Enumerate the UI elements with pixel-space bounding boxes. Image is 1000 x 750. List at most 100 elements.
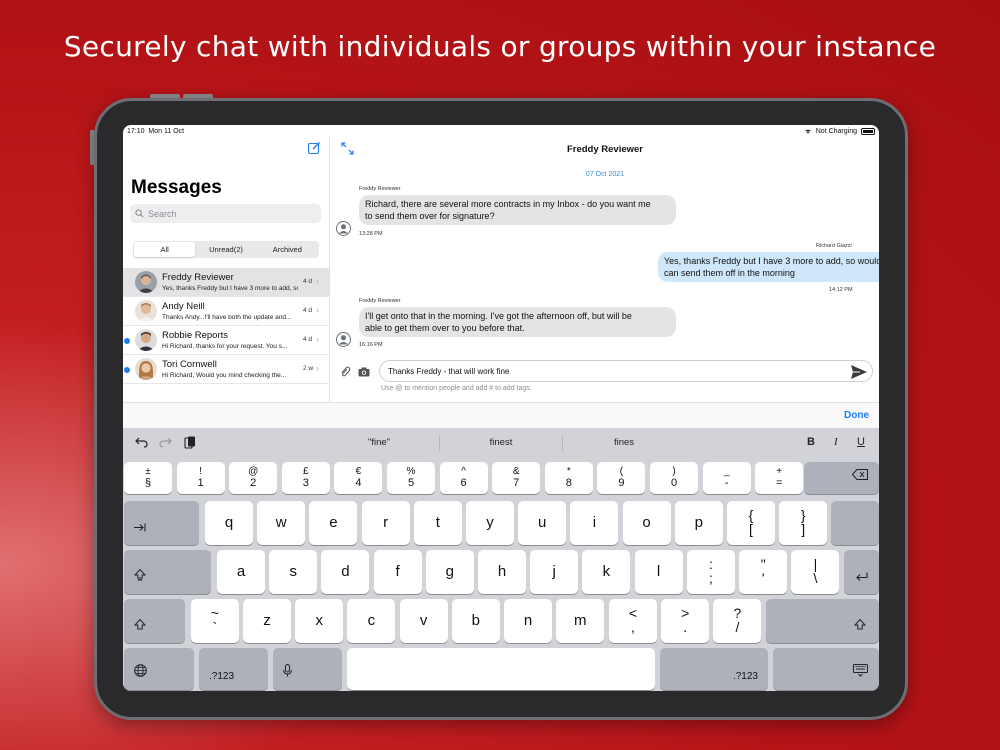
wifi-icon bbox=[805, 129, 811, 134]
key-n[interactable]: n bbox=[504, 599, 552, 643]
key-bracket[interactable]: }] bbox=[779, 501, 828, 545]
message-time: 16:16 PM bbox=[359, 342, 383, 348]
compose-icon[interactable] bbox=[307, 141, 321, 155]
key-punct[interactable]: :; bbox=[687, 550, 735, 594]
key-e[interactable]: e bbox=[309, 501, 358, 545]
message-text: Yes, thanks Freddy but I have 3 more to … bbox=[664, 256, 879, 266]
keyboard-hide-icon bbox=[853, 664, 868, 682]
numbers-key[interactable]: .?123 bbox=[199, 648, 268, 690]
key-k[interactable]: k bbox=[582, 550, 631, 594]
key-x[interactable]: x bbox=[295, 599, 344, 643]
globe-key[interactable] bbox=[124, 648, 194, 690]
shift-left-key[interactable] bbox=[124, 599, 185, 643]
key-§[interactable]: ± § bbox=[124, 462, 172, 494]
return-key[interactable] bbox=[844, 550, 879, 594]
key-6[interactable]: ^ 6 bbox=[439, 462, 488, 494]
key-h[interactable]: h bbox=[478, 550, 526, 594]
shift-right-key[interactable] bbox=[766, 599, 879, 643]
key-1[interactable]: ! 1 bbox=[176, 462, 225, 494]
paste-icon[interactable] bbox=[184, 436, 196, 449]
done-button[interactable]: Done bbox=[844, 410, 869, 421]
space-key[interactable] bbox=[347, 648, 655, 690]
key-bottom-label: 8 bbox=[565, 477, 572, 489]
return-icon bbox=[856, 568, 868, 586]
key--[interactable]: _ - bbox=[702, 462, 751, 494]
key-m[interactable]: m bbox=[556, 599, 605, 643]
underline-button[interactable]: U bbox=[857, 436, 865, 448]
key-z[interactable]: z bbox=[243, 599, 291, 643]
conversation-row[interactable]: Robbie Reports Hi Richard, thanks for yo… bbox=[123, 326, 330, 355]
suggestion-1[interactable]: "fine" bbox=[319, 437, 439, 448]
key-r[interactable]: r bbox=[361, 501, 410, 545]
caps-lock-key[interactable] bbox=[124, 550, 211, 594]
key-d[interactable]: d bbox=[321, 550, 370, 594]
key-c[interactable]: c bbox=[347, 599, 396, 643]
key-s[interactable]: s bbox=[269, 550, 318, 594]
key-2[interactable]: @2 bbox=[229, 462, 278, 494]
suggestion-3[interactable]: fines bbox=[564, 437, 684, 448]
dictation-key[interactable] bbox=[273, 648, 342, 690]
key-o[interactable]: o bbox=[622, 501, 671, 545]
redo-icon[interactable] bbox=[159, 436, 172, 448]
key-tilde[interactable]: ~ ` bbox=[191, 599, 239, 643]
key-f[interactable]: f bbox=[373, 550, 422, 594]
key-bottom-label: 1 bbox=[197, 477, 204, 489]
key-punct[interactable]: ? / bbox=[713, 599, 762, 643]
key-y[interactable]: y bbox=[466, 501, 514, 545]
undo-icon[interactable] bbox=[135, 436, 148, 448]
message-input[interactable] bbox=[379, 360, 873, 382]
search-input[interactable]: Search bbox=[130, 204, 321, 223]
key-b[interactable]: b bbox=[451, 599, 500, 643]
filter-archived[interactable]: Archived bbox=[257, 242, 318, 257]
key-punct[interactable]: >. bbox=[661, 599, 710, 643]
avatar bbox=[135, 358, 157, 380]
status-date: Mon 11 Oct bbox=[148, 127, 185, 135]
conversation-row[interactable]: Andy Neill Thanks Andy...I'll have both … bbox=[123, 297, 330, 326]
key-q[interactable]: q bbox=[205, 501, 253, 545]
send-icon[interactable] bbox=[850, 364, 868, 380]
delete-key[interactable] bbox=[804, 462, 879, 494]
key-v[interactable]: v bbox=[399, 599, 448, 643]
key-i[interactable]: i bbox=[570, 501, 619, 545]
key-w[interactable]: w bbox=[257, 501, 306, 545]
key-0[interactable]: ) 0 bbox=[650, 462, 698, 494]
key-a[interactable]: a bbox=[217, 550, 265, 594]
key-p[interactable]: p bbox=[674, 501, 723, 545]
key-punct[interactable]: " ' bbox=[739, 550, 788, 594]
camera-icon[interactable] bbox=[358, 367, 370, 377]
key-5[interactable]: % 5 bbox=[387, 462, 435, 494]
suggestion-2[interactable]: finest bbox=[441, 437, 561, 448]
conversation-row[interactable]: Tori Cornwell Hi Richard, Would you mind… bbox=[123, 355, 330, 384]
key-t[interactable]: t bbox=[413, 501, 462, 545]
italic-button[interactable]: I bbox=[834, 436, 838, 448]
key-g[interactable]: g bbox=[425, 550, 474, 594]
numbers-key[interactable]: .?123 bbox=[660, 648, 768, 690]
conversation-row[interactable]: Freddy Reviewer Yes, thanks Freddy but I… bbox=[123, 268, 330, 297]
key-l[interactable]: l bbox=[634, 550, 683, 594]
key-4[interactable]: €4 bbox=[334, 462, 383, 494]
key-punct[interactable]: <, bbox=[609, 599, 657, 643]
bold-button[interactable]: B bbox=[807, 436, 815, 448]
key-bracket[interactable]: {[ bbox=[727, 501, 775, 545]
hide-keyboard-key[interactable] bbox=[773, 648, 879, 690]
key-9[interactable]: (9 bbox=[597, 462, 646, 494]
tab-key[interactable] bbox=[124, 501, 199, 545]
filter-unread[interactable]: Unread(2) bbox=[195, 242, 256, 257]
key-j[interactable]: j bbox=[530, 550, 579, 594]
conversation-time: 4 d bbox=[303, 278, 313, 285]
keyboard: "fine" finest fines B I U ± §! 1 @2 £3 €4% 5 ^ 6… bbox=[123, 428, 879, 691]
key-punct[interactable]: | \ bbox=[791, 550, 840, 594]
conversation-preview: Hi Richard, thanks for your request. You… bbox=[162, 343, 288, 350]
key-top-label: € bbox=[355, 466, 362, 477]
key-top-label: + bbox=[776, 466, 783, 477]
key-3[interactable]: £3 bbox=[281, 462, 330, 494]
blank-key[interactable] bbox=[831, 501, 879, 545]
key-7[interactable]: & 7 bbox=[492, 462, 541, 494]
key-top-label: _ bbox=[723, 466, 730, 477]
conversation-preview: Thanks Andy...I'll have both the update … bbox=[162, 314, 292, 321]
key-u[interactable]: u bbox=[518, 501, 567, 545]
key-=[interactable]: + = bbox=[755, 462, 804, 494]
paperclip-icon[interactable] bbox=[339, 366, 351, 378]
key-8[interactable]: * 8 bbox=[544, 462, 593, 494]
filter-all[interactable]: All bbox=[134, 242, 196, 257]
